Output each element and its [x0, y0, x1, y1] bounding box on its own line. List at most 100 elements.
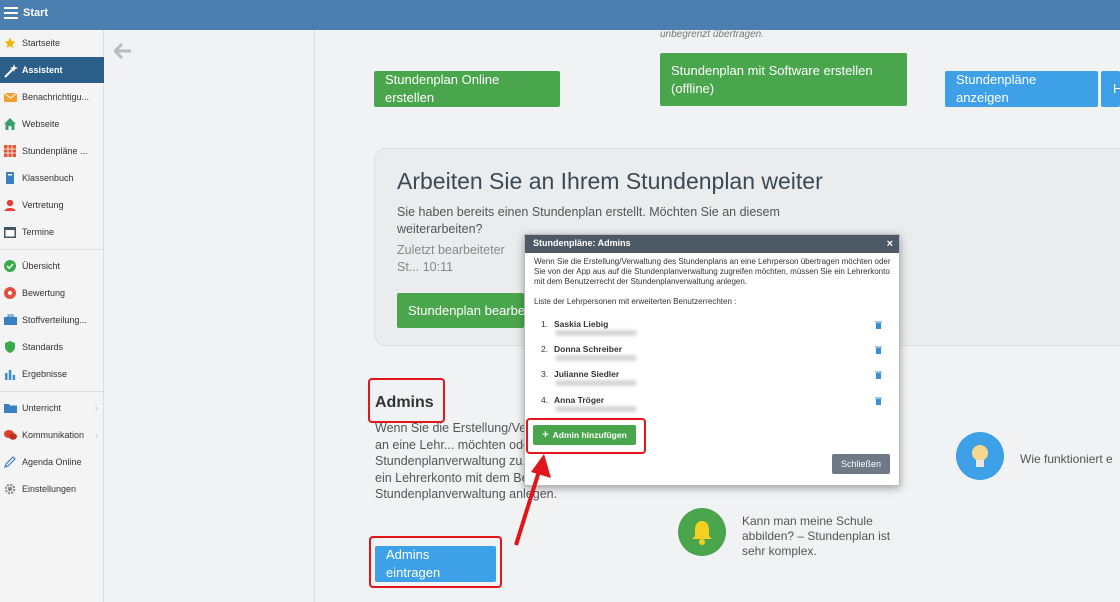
sidebar-item-bewertung[interactable]: Bewertung — [0, 280, 104, 306]
top-bar: Start — [0, 0, 1120, 30]
admins-title: Admins — [375, 394, 434, 411]
create-online-button[interactable]: Stundenplan Online erstellen — [374, 71, 560, 107]
shield-icon — [4, 341, 16, 353]
sidebar-item-label: Termine — [22, 227, 55, 237]
sidebar-item-label: Einstellungen — [22, 484, 77, 494]
admin-email-blurred — [555, 380, 637, 386]
sidebar-item-label: Benachrichtigu... — [22, 92, 90, 102]
check-circle-icon — [4, 260, 16, 272]
lightbulb-icon — [956, 432, 1004, 480]
bell-icon — [678, 508, 726, 556]
admin-number: 3. — [541, 369, 549, 379]
admin-number: 1. — [541, 319, 549, 329]
magic-wand-icon — [4, 64, 18, 78]
sidebar-item-stundenplaene[interactable]: Stundenpläne ... — [0, 138, 104, 164]
sidebar-item-label: Webseite — [22, 119, 60, 129]
sidebar-item-label: Ergebnisse — [22, 369, 68, 379]
admin-number: 2. — [541, 344, 549, 354]
card-text: Sie haben bereits einen Stundenplan erst… — [397, 205, 780, 236]
mail-icon — [3, 91, 18, 103]
sidebar-item-label: Standards — [22, 342, 64, 352]
briefcase-icon — [4, 314, 17, 326]
sidebar-item-ergebnisse[interactable]: Ergebnisse — [0, 361, 104, 387]
sidebar-item-label: Vertretung — [22, 200, 64, 210]
sidebar-item-klassenbuch[interactable]: Klassenbuch — [0, 165, 104, 191]
top-note: unbegrenzt übertragen. — [660, 29, 764, 40]
admin-list-item: 2. Donna Schreiber — [541, 344, 891, 368]
help-button-cut[interactable]: H — [1101, 71, 1120, 107]
dialog-title: Stundenpläne: Admins — [533, 238, 631, 248]
sidebar-item-label: Klassenbuch — [22, 173, 74, 183]
highlight-add-admin-button — [526, 418, 646, 454]
sidebar-item-label: Agenda Online — [22, 457, 82, 467]
back-arrow-icon[interactable] — [112, 42, 132, 65]
sidebar-item-label: Stundenpläne ... — [22, 146, 88, 156]
sidebar-item-standards[interactable]: Standards — [0, 334, 104, 360]
chat-icon — [4, 429, 17, 441]
admin-list-item: 4. Anna Tröger — [541, 395, 891, 419]
sidebar-item-startseite[interactable]: Startseite — [0, 30, 104, 56]
pencil-icon — [4, 456, 16, 468]
sidebar: Startseite Assistent Benachrichtigu... W… — [0, 30, 104, 602]
close-icon[interactable]: × — [887, 238, 893, 250]
sidebar-item-assistent[interactable]: Assistent — [0, 57, 104, 83]
admin-list-title: Liste der Lehrpersonen mit erweiterten B… — [534, 297, 737, 306]
grid-icon — [4, 145, 16, 157]
card-title: Arbeiten Sie an Ihrem Stundenplan weiter — [397, 168, 823, 194]
sidebar-item-stoffverteilung[interactable]: Stoffverteilung... — [0, 307, 104, 333]
dialog-header: Stundenpläne: Admins × — [525, 235, 899, 253]
trash-icon[interactable] — [875, 397, 882, 405]
sidebar-divider — [0, 249, 104, 250]
sidebar-item-vertretung[interactable]: Vertretung — [0, 192, 104, 218]
highlight-admins-button — [369, 536, 502, 588]
create-software-button[interactable]: Stundenplan mit Software erstellen (offl… — [660, 53, 907, 106]
admin-name: Donna Schreiber — [554, 344, 623, 354]
gear-icon — [4, 483, 16, 495]
admin-email-blurred — [555, 355, 637, 361]
admin-name: Julianne Siedler — [554, 369, 620, 379]
close-dialog-button[interactable]: Schließen — [832, 454, 890, 474]
sidebar-item-label: Kommunikation — [22, 430, 85, 440]
sidebar-item-einstellungen[interactable]: Einstellungen — [0, 476, 104, 502]
hamburger-menu-icon[interactable] — [4, 7, 18, 19]
folder-icon — [4, 402, 17, 414]
bar-chart-icon — [4, 368, 16, 380]
admin-name: Anna Tröger — [554, 395, 605, 405]
admin-name: Saskia Liebig — [554, 319, 609, 329]
secondary-column — [105, 30, 315, 602]
sidebar-item-label: Startseite — [22, 38, 61, 48]
card-last-edited: Zuletzt bearbeiteter St... 10:11 — [397, 243, 505, 274]
trash-icon[interactable] — [875, 346, 882, 354]
sidebar-item-uebersicht[interactable]: Übersicht — [0, 253, 104, 279]
dialog-text: Wenn Sie die Erstellung/Verwaltung des S… — [534, 257, 891, 286]
sidebar-item-termine[interactable]: Termine — [0, 219, 104, 245]
sidebar-item-label: Unterricht — [22, 403, 62, 413]
red-arrow-annotation — [514, 454, 551, 546]
sidebar-item-benachrichtigungen[interactable]: Benachrichtigu... — [0, 84, 104, 110]
faq-school-complex[interactable]: Kann man meine Schule abbilden? – Stunde… — [742, 514, 912, 559]
chevron-right-icon: › — [95, 430, 98, 440]
sidebar-item-agenda-online[interactable]: Agenda Online — [0, 449, 104, 475]
home-icon — [4, 118, 16, 130]
sidebar-item-webseite[interactable]: Webseite — [0, 111, 104, 137]
star-icon — [4, 37, 16, 49]
admin-email-blurred — [555, 330, 637, 336]
person-icon — [4, 199, 16, 211]
calendar-icon — [4, 226, 16, 238]
admin-email-blurred — [555, 406, 637, 412]
rating-icon — [4, 287, 16, 299]
sidebar-item-label: Stoffverteilung... — [22, 315, 87, 325]
sidebar-item-kommunikation[interactable]: Kommunikation › — [0, 422, 104, 448]
edit-timetable-button[interactable]: Stundenplan bearbe — [397, 293, 524, 328]
sidebar-item-label: Assistent — [22, 65, 63, 75]
chevron-right-icon: › — [95, 403, 98, 413]
sidebar-item-label: Bewertung — [22, 288, 66, 298]
trash-icon[interactable] — [875, 371, 882, 379]
sidebar-item-label: Übersicht — [22, 261, 61, 271]
show-timetables-button[interactable]: Stundenpläne anzeigen — [945, 71, 1098, 107]
app-title: Start — [23, 7, 49, 19]
faq-how-it-works[interactable]: Wie funktioniert e — [1020, 452, 1113, 466]
admin-number: 4. — [541, 395, 549, 405]
sidebar-item-unterricht[interactable]: Unterricht › — [0, 395, 104, 421]
trash-icon[interactable] — [875, 321, 882, 329]
